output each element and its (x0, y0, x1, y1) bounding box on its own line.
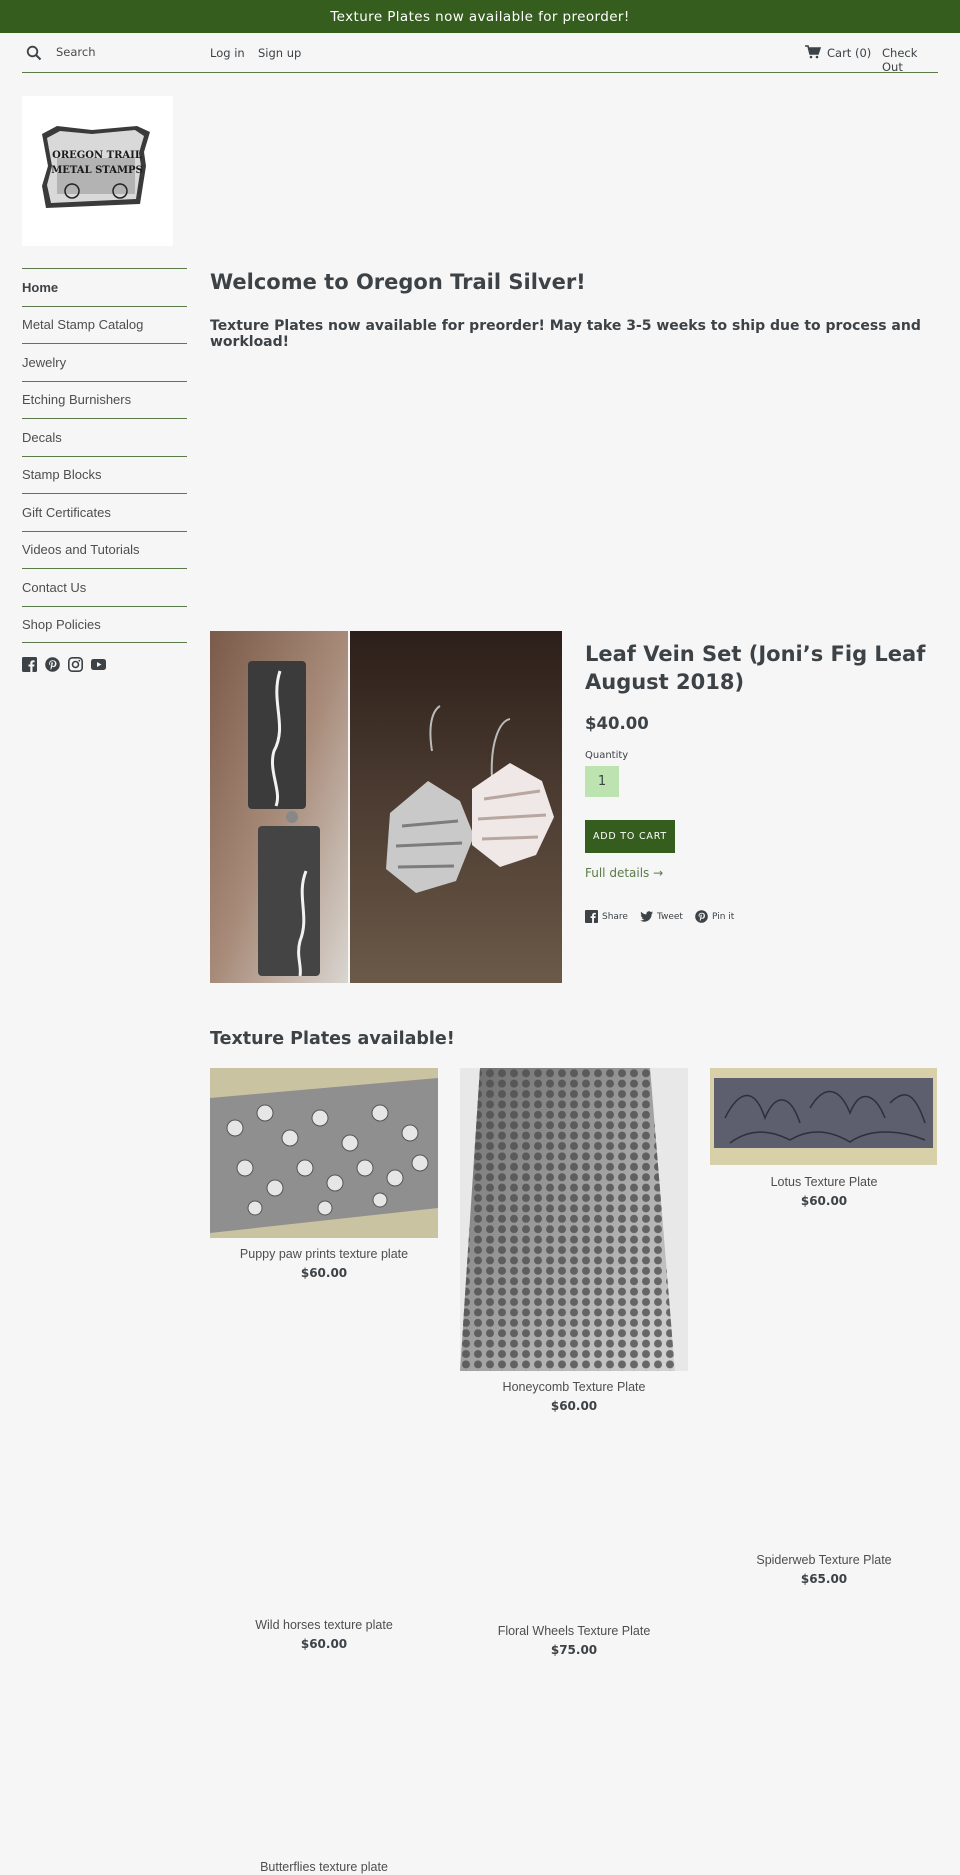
share-pinterest-button[interactable]: Pin it (695, 910, 734, 923)
sidebar-nav: Home Metal Stamp Catalog Jewelry Etching… (22, 268, 187, 643)
welcome-heading: Welcome to Oregon Trail Silver! (210, 270, 586, 294)
honeycomb-photo (460, 1068, 688, 1371)
share-facebook-button[interactable]: Share (585, 910, 628, 923)
product-image-lotus[interactable] (710, 1068, 937, 1165)
sidebar-item-metal-stamp-catalog[interactable]: Metal Stamp Catalog (22, 305, 187, 344)
pinterest-icon (695, 910, 708, 923)
collection-heading: Texture Plates available! (210, 1029, 455, 1049)
product-name[interactable]: Honeycomb Texture Plate (460, 1380, 688, 1394)
lotus-photo (710, 1068, 937, 1165)
add-to-cart-button[interactable]: ADD TO CART (585, 820, 675, 853)
tweet-label: Tweet (656, 911, 683, 922)
product-price: $75.00 (550, 1643, 598, 1657)
sidebar-item-contact-us[interactable]: Contact Us (22, 568, 187, 606)
sidebar-item-label: Shop Policies (22, 616, 101, 632)
share-label: Share (602, 911, 628, 922)
featured-product-image[interactable] (210, 631, 562, 983)
sidebar-item-label: Etching Burnishers (22, 392, 132, 408)
announcement-bar[interactable]: Texture Plates now available for preorde… (0, 0, 960, 33)
share-twitter-button[interactable]: Tweet (640, 910, 683, 923)
leaf-vein-photo (210, 631, 562, 983)
puppy-paw-photo (210, 1068, 438, 1238)
pin-label: Pin it (711, 911, 735, 922)
signup-link[interactable]: Sign up (258, 46, 301, 60)
product-name[interactable]: Wild horses texture plate (210, 1618, 438, 1632)
cart-icon[interactable] (805, 45, 821, 59)
product-price: $60.00 (800, 1194, 848, 1208)
product-name[interactable]: Puppy paw prints texture plate (210, 1247, 438, 1261)
logo-line-2: METAL STAMPS (51, 165, 143, 176)
product-price: $60.00 (550, 1399, 598, 1413)
product-name[interactable]: Spiderweb Texture Plate (710, 1553, 938, 1567)
facebook-icon (585, 910, 598, 923)
cart-link[interactable]: Cart (0) (827, 46, 871, 60)
sidebar-item-label: Videos and Tutorials (22, 542, 140, 558)
search-icon[interactable] (26, 45, 42, 61)
welcome-text: Texture Plates now available for preorde… (210, 318, 921, 350)
checkout-link[interactable]: Check Out (882, 46, 938, 74)
sidebar-item-etching-burnishers[interactable]: Etching Burnishers (22, 380, 187, 419)
sidebar-item-stamp-blocks[interactable]: Stamp Blocks (22, 455, 187, 494)
sidebar-item-label: Metal Stamp Catalog (22, 317, 144, 333)
product-price: $65.00 (800, 1572, 848, 1586)
logo-line-1: OREGON TRAIL (52, 150, 142, 161)
twitter-icon (640, 911, 653, 922)
product-price: $60.00 (300, 1266, 348, 1280)
full-details-link[interactable]: Full details → (585, 866, 663, 880)
featured-product-price: $40.00 (585, 714, 649, 733)
pinterest-icon[interactable] (45, 657, 60, 672)
sidebar-item-label: Jewelry (22, 354, 67, 370)
sidebar-item-decals[interactable]: Decals (22, 418, 187, 456)
product-name[interactable]: Butterflies texture plate (210, 1860, 438, 1874)
product-price: $60.00 (300, 1637, 348, 1651)
quantity-input[interactable] (585, 766, 619, 797)
product-image-puppy-paw[interactable] (210, 1068, 438, 1238)
product-image-honeycomb[interactable] (460, 1068, 688, 1371)
quantity-label: Quantity (585, 750, 629, 761)
sidebar-item-videos-tutorials[interactable]: Videos and Tutorials (22, 530, 187, 569)
featured-product-title[interactable]: Leaf Vein Set (Joni’s Fig Leaf August 20… (585, 640, 935, 697)
top-bar: Search Log in Sign up Cart (0) Check Out (22, 33, 938, 74)
sidebar-item-label: Gift Certificates (22, 504, 111, 520)
announcement-text: Texture Plates now available for preorde… (330, 8, 630, 25)
sidebar-item-label: Decals (22, 429, 62, 445)
social-links (22, 657, 106, 672)
social-share: Share Tweet Pin it (585, 910, 734, 923)
product-name[interactable]: Floral Wheels Texture Plate (460, 1624, 688, 1638)
sidebar-item-home[interactable]: Home (22, 268, 187, 306)
youtube-icon[interactable] (91, 657, 106, 672)
sidebar-item-shop-policies[interactable]: Shop Policies (22, 605, 187, 643)
login-link[interactable]: Log in (210, 46, 245, 60)
sidebar-item-jewelry[interactable]: Jewelry (22, 343, 187, 381)
product-name[interactable]: Lotus Texture Plate (710, 1175, 938, 1189)
search-input[interactable]: Search (56, 45, 96, 59)
sidebar-item-gift-certificates[interactable]: Gift Certificates (22, 493, 187, 531)
store-logo[interactable]: OREGON TRAIL METAL STAMPS (22, 96, 173, 246)
sidebar-item-label: Home (22, 279, 59, 295)
oregon-logo-image: OREGON TRAIL METAL STAMPS (42, 126, 150, 208)
instagram-icon[interactable] (68, 657, 83, 672)
sidebar-item-label: Stamp Blocks (22, 467, 102, 483)
sidebar-item-label: Contact Us (22, 579, 87, 595)
facebook-icon[interactable] (22, 657, 37, 672)
